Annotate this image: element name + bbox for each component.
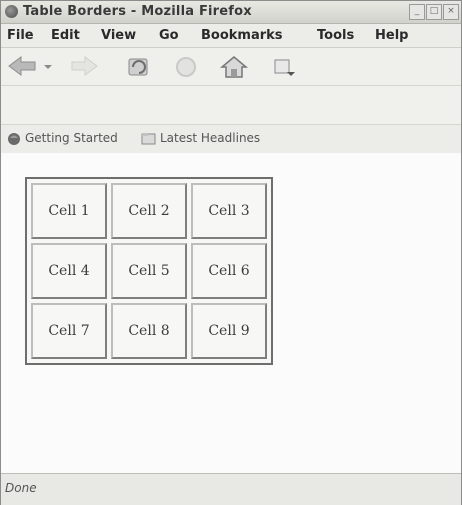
- menu-file[interactable]: File: [7, 28, 34, 43]
- bookmark-getting-started[interactable]: Getting Started: [25, 131, 118, 145]
- menu-bar: File Edit View Go Bookmarks Tools Help: [1, 24, 461, 48]
- go-icon[interactable]: [269, 54, 299, 78]
- table-cell: Cell 2: [111, 183, 187, 239]
- menu-bookmarks[interactable]: Bookmarks: [201, 28, 283, 43]
- forward-icon[interactable]: [69, 54, 99, 78]
- table-cell: Cell 6: [191, 243, 267, 299]
- window-title: Table Borders - Mozilla Firefox: [23, 4, 252, 19]
- stop-icon[interactable]: [173, 54, 199, 78]
- minimize-button[interactable]: _: [409, 4, 425, 20]
- table-cell: Cell 1: [31, 183, 107, 239]
- close-button[interactable]: ×: [443, 4, 459, 20]
- bookmarks-toolbar: Getting Started Latest Headlines: [1, 124, 461, 154]
- firefox-app-icon: [5, 5, 18, 18]
- table-row: Cell 7 Cell 8 Cell 9: [31, 303, 267, 359]
- table-cell: Cell 8: [111, 303, 187, 359]
- table-cell: Cell 9: [191, 303, 267, 359]
- navigation-toolbar: [1, 48, 461, 86]
- page-content: Cell 1 Cell 2 Cell 3 Cell 4 Cell 5 Cell …: [1, 153, 461, 473]
- menu-tools[interactable]: Tools: [317, 28, 354, 43]
- status-bar: Done: [1, 473, 461, 505]
- table-row: Cell 4 Cell 5 Cell 6: [31, 243, 267, 299]
- bookmark-latest-headlines[interactable]: Latest Headlines: [160, 131, 260, 145]
- rss-folder-icon: [141, 133, 156, 145]
- table-cell: Cell 5: [111, 243, 187, 299]
- back-dropdown-icon[interactable]: [43, 54, 53, 78]
- table-cell: Cell 4: [31, 243, 107, 299]
- bordered-table: Cell 1 Cell 2 Cell 3 Cell 4 Cell 5 Cell …: [25, 177, 273, 365]
- status-text: Done: [5, 481, 37, 495]
- reload-icon[interactable]: [125, 54, 153, 78]
- home-icon[interactable]: [219, 54, 249, 78]
- menu-edit[interactable]: Edit: [51, 28, 80, 43]
- maximize-button[interactable]: □: [426, 4, 442, 20]
- back-icon[interactable]: [7, 54, 39, 78]
- table-cell: Cell 7: [31, 303, 107, 359]
- menu-go[interactable]: Go: [159, 28, 179, 43]
- table-cell: Cell 3: [191, 183, 267, 239]
- table-row: Cell 1 Cell 2 Cell 3: [31, 183, 267, 239]
- menu-view[interactable]: View: [101, 28, 136, 43]
- menu-help[interactable]: Help: [375, 28, 408, 43]
- title-bar: Table Borders - Mozilla Firefox _ □ ×: [1, 1, 461, 24]
- browser-window: Table Borders - Mozilla Firefox _ □ × Fi…: [0, 0, 462, 505]
- firefox-icon: [8, 133, 20, 145]
- window-controls: _ □ ×: [409, 4, 459, 20]
